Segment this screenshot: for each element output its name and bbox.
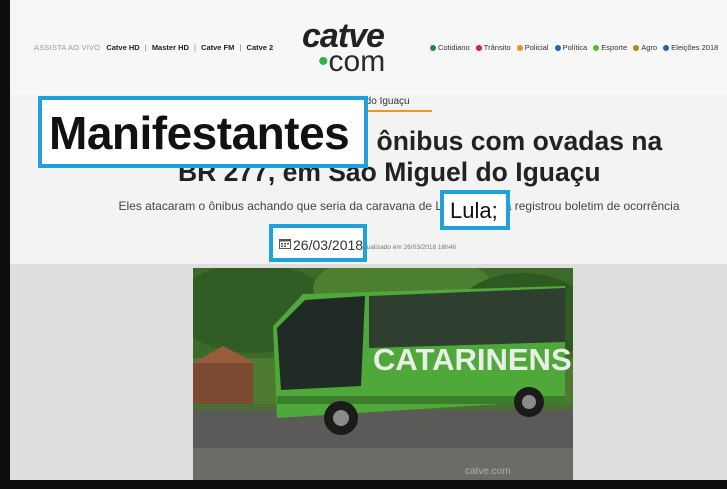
separator: | <box>239 43 242 52</box>
highlight-lula: Lula; <box>440 190 510 230</box>
category-cotidiano[interactable]: Cotidiano <box>430 43 470 52</box>
video-letterbox-bottom <box>0 480 727 489</box>
video-frame: ASSISTA AO VIVO Catve HD | Master HD | C… <box>0 0 727 489</box>
channel-link-master-hd[interactable]: Master HD <box>152 43 189 52</box>
channel-link-catve-hd[interactable]: Catve HD <box>106 43 139 52</box>
webpage: ASSISTA AO VIVO Catve HD | Master HD | C… <box>10 0 727 480</box>
category-bullet-icon <box>633 44 640 51</box>
site-header: ASSISTA AO VIVO Catve HD | Master HD | C… <box>10 0 727 95</box>
logo-bottom-text: com <box>328 45 386 78</box>
highlight-text: Lula; <box>450 198 498 223</box>
category-bullet-icon <box>663 44 670 51</box>
channel-link-catve-fm[interactable]: Catve FM <box>201 43 234 52</box>
category-nav: Cotidiano Trânsito Policial Política Esp… <box>430 43 722 52</box>
calendar-icon <box>279 239 291 249</box>
separator: | <box>144 43 147 52</box>
category-eleicoes[interactable]: Eleições 2018 <box>663 43 718 52</box>
category-bullet-icon <box>593 44 600 51</box>
category-bullet-icon <box>475 44 482 51</box>
article-photo: CATARINENSE catve.com <box>193 268 573 480</box>
highlight-manifestantes: Manifestantes <box>38 96 368 168</box>
bus-lettering: CATARINENSE <box>373 342 573 377</box>
category-bullet-icon <box>554 44 561 51</box>
article-date: 26/03/2018 <box>293 237 364 253</box>
article-subhead: Eles atacaram o ônibus achando que seria… <box>118 199 680 213</box>
category-bullet-icon <box>430 44 436 51</box>
separator: | <box>194 43 196 52</box>
category-transito[interactable]: Trânsito <box>475 43 511 52</box>
category-agro[interactable]: Agro <box>633 43 657 52</box>
highlight-date: 26/03/2018 <box>269 224 367 262</box>
live-label: ASSISTA AO VIVO <box>34 43 101 52</box>
site-logo[interactable]: catve •com <box>302 18 412 78</box>
video-letterbox-left <box>0 0 10 489</box>
live-channels: ASSISTA AO VIVO Catve HD | Master HD | C… <box>34 43 273 52</box>
article-updated: 3 | Atualizado em 26/03/2018 16h46 <box>352 244 456 251</box>
category-politica[interactable]: Política <box>554 43 587 52</box>
logo-dot: • <box>318 45 329 78</box>
category-bullet-icon <box>516 44 523 51</box>
channel-link-catve-2[interactable]: Catve 2 <box>247 43 274 52</box>
category-esporte[interactable]: Esporte <box>593 43 627 52</box>
highlight-text: Manifestantes <box>49 107 350 159</box>
logo-bottom: •com <box>318 46 385 78</box>
category-policial[interactable]: Policial <box>516 43 548 52</box>
photo-watermark: catve.com <box>465 466 511 477</box>
bus-photo-illustration: CATARINENSE catve.com <box>193 268 573 480</box>
